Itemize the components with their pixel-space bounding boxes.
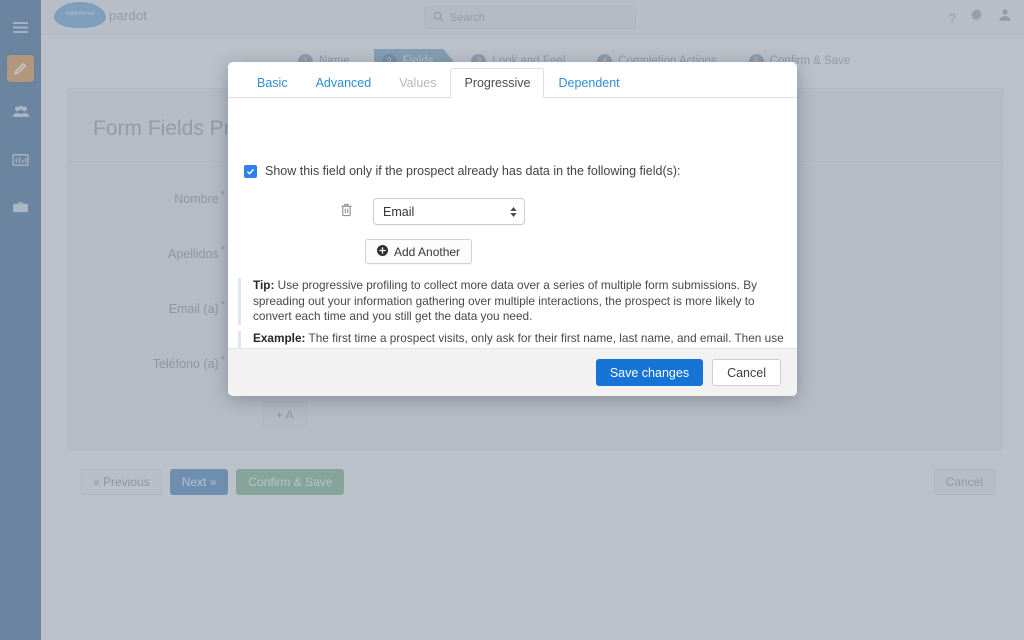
tab-progressive[interactable]: Progressive [450, 68, 544, 98]
select-stepper-arrows-icon [510, 207, 517, 217]
save-changes-button[interactable]: Save changes [596, 359, 703, 386]
progressive-checkbox-row[interactable]: Show this field only if the prospect alr… [244, 164, 681, 178]
prospect-field-select[interactable]: Email [373, 198, 525, 225]
trash-icon[interactable] [340, 202, 353, 222]
add-another-button[interactable]: Add Another [365, 239, 472, 264]
field-settings-modal: Basic Advanced Values Progressive Depend… [228, 62, 797, 396]
tab-values[interactable]: Values [385, 69, 450, 97]
tip-note-title: Tip: [253, 278, 274, 292]
app-root: salesforce pardot Search ? [0, 0, 1024, 640]
tab-basic[interactable]: Basic [243, 69, 302, 97]
tip-note-body: Use progressive profiling to collect mor… [253, 278, 757, 323]
tab-dependent[interactable]: Dependent [544, 69, 633, 97]
checkbox-checked-icon[interactable] [244, 165, 257, 178]
modal-cancel-button[interactable]: Cancel [712, 359, 781, 386]
add-another-label: Add Another [394, 245, 460, 259]
condition-row: Email [340, 198, 525, 225]
example-note-title: Example: [253, 331, 305, 345]
modal-body: Show this field only if the prospect alr… [228, 98, 797, 356]
modal-tab-bar: Basic Advanced Values Progressive Depend… [228, 62, 797, 98]
progressive-checkbox-label: Show this field only if the prospect alr… [265, 164, 681, 178]
tab-advanced[interactable]: Advanced [302, 69, 386, 97]
select-value: Email [383, 205, 414, 219]
plus-circle-icon [377, 245, 388, 259]
modal-footer: Save changes Cancel [228, 348, 797, 396]
tip-note: Tip: Use progressive profiling to collec… [238, 278, 790, 325]
